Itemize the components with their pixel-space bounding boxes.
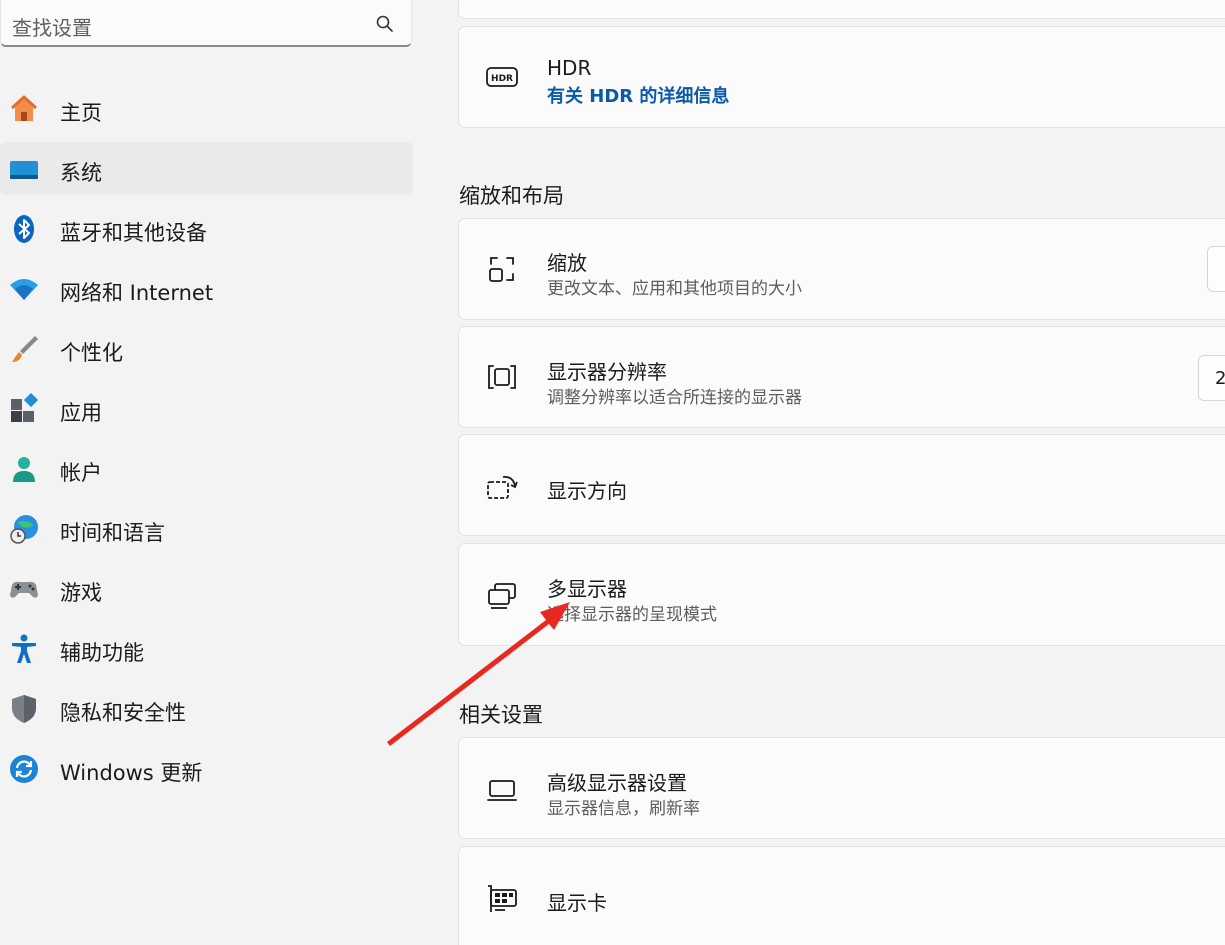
display-icon <box>10 161 38 179</box>
hdr-learn-more-link[interactable]: 有关 HDR 的详细信息 <box>547 82 729 108</box>
globe-clock-icon <box>10 515 38 544</box>
resolution-subtitle: 调整分辨率以适合所连接的显示器 <box>547 388 802 408</box>
wifi-icon <box>10 279 38 300</box>
home-icon <box>10 95 38 121</box>
hdr-card[interactable]: HDR HDR 有关 HDR 的详细信息 <box>458 26 1225 128</box>
graphics-card-title: 显示卡 <box>547 891 607 915</box>
sidebar-item-bluetooth[interactable]: 蓝牙和其他设备 <box>0 202 413 255</box>
sidebar-item-network[interactable]: 网络和 Internet <box>0 262 413 315</box>
advanced-display-subtitle: 显示器信息，刷新率 <box>547 799 700 819</box>
sync-icon <box>10 755 38 783</box>
sidebar-item-windows-update[interactable]: Windows 更新 <box>0 742 413 795</box>
shield-icon <box>12 695 36 723</box>
rotate-display-icon <box>487 476 518 499</box>
sidebar-item-label: 个性化 <box>60 341 123 365</box>
search-box[interactable]: 查找设置 <box>0 0 412 47</box>
multiple-displays-icon <box>488 583 516 609</box>
sidebar-item-label: 网络和 Internet <box>60 281 214 305</box>
sidebar-item-label: 主页 <box>60 101 102 125</box>
scale-title: 缩放 <box>547 251 587 275</box>
sidebar-item-label: 帐户 <box>60 461 102 485</box>
sidebar-item-label: 系统 <box>60 161 102 185</box>
advanced-display-card[interactable]: 高级显示器设置 显示器信息，刷新率 <box>458 737 1225 839</box>
resolution-title: 显示器分辨率 <box>547 360 667 384</box>
hdr-title: HDR <box>547 56 592 80</box>
gamepad-icon <box>10 581 38 598</box>
sidebar-item-personalization[interactable]: 个性化 <box>0 322 413 375</box>
resolution-card[interactable]: 显示器分辨率 调整分辨率以适合所连接的显示器 2 <box>458 326 1225 428</box>
settings-window: 查找设置 主页 系统 蓝牙和其他设备 网络和 Internet 个性化 应用 帐… <box>0 0 1225 945</box>
apps-icon <box>11 393 39 422</box>
sidebar-item-privacy[interactable]: 隐私和安全性 <box>0 682 413 735</box>
scale-subtitle: 更改文本、应用和其他项目的大小 <box>547 279 802 299</box>
orientation-card[interactable]: 显示方向 <box>458 434 1225 536</box>
paintbrush-icon <box>12 336 38 362</box>
scale-icon <box>489 257 514 282</box>
scale-dropdown[interactable] <box>1207 246 1225 292</box>
hdr-icon: HDR <box>486 67 518 87</box>
sidebar-item-label: Windows 更新 <box>60 761 203 785</box>
graphics-card-icon <box>488 885 517 912</box>
sidebar-item-system[interactable]: 系统 <box>0 142 413 195</box>
monitor-icon <box>487 780 517 801</box>
search-input[interactable]: 查找设置 <box>12 12 92 41</box>
section-title-related: 相关设置 <box>459 703 543 727</box>
resolution-dropdown-value: 2 <box>1215 368 1225 389</box>
sidebar-item-label: 游戏 <box>60 581 102 605</box>
search-icon[interactable] <box>375 14 395 34</box>
scale-card[interactable]: 缩放 更改文本、应用和其他项目的大小 <box>458 218 1225 320</box>
bluetooth-icon <box>14 215 34 243</box>
settings-card-partial[interactable] <box>458 0 1225 19</box>
svg-text:HDR: HDR <box>491 74 513 84</box>
section-title-scale-layout: 缩放和布局 <box>459 184 564 208</box>
sidebar-item-accounts[interactable]: 帐户 <box>0 442 413 495</box>
resolution-icon <box>488 365 516 389</box>
multiple-displays-card[interactable]: 多显示器 选择显示器的呈现模式 <box>458 543 1225 646</box>
sidebar-item-label: 应用 <box>60 401 102 425</box>
sidebar-item-apps[interactable]: 应用 <box>0 382 413 435</box>
multiple-displays-subtitle: 选择显示器的呈现模式 <box>547 605 717 625</box>
sidebar-item-accessibility[interactable]: 辅助功能 <box>0 622 413 675</box>
advanced-display-title: 高级显示器设置 <box>547 771 687 795</box>
sidebar-item-gaming[interactable]: 游戏 <box>0 562 413 615</box>
sidebar-item-home[interactable]: 主页 <box>0 82 413 135</box>
sidebar-item-label: 蓝牙和其他设备 <box>60 221 207 245</box>
resolution-dropdown[interactable]: 2 <box>1198 355 1225 401</box>
orientation-title: 显示方向 <box>547 479 627 503</box>
sidebar-item-label: 时间和语言 <box>60 521 165 545</box>
accessibility-icon <box>12 634 36 663</box>
graphics-card-card[interactable]: 显示卡 <box>458 846 1225 945</box>
sidebar-item-label: 隐私和安全性 <box>60 701 186 725</box>
multiple-displays-title: 多显示器 <box>547 577 627 601</box>
sidebar-item-label: 辅助功能 <box>60 641 144 665</box>
person-icon <box>13 457 35 482</box>
sidebar-item-time-language[interactable]: 时间和语言 <box>0 502 413 555</box>
